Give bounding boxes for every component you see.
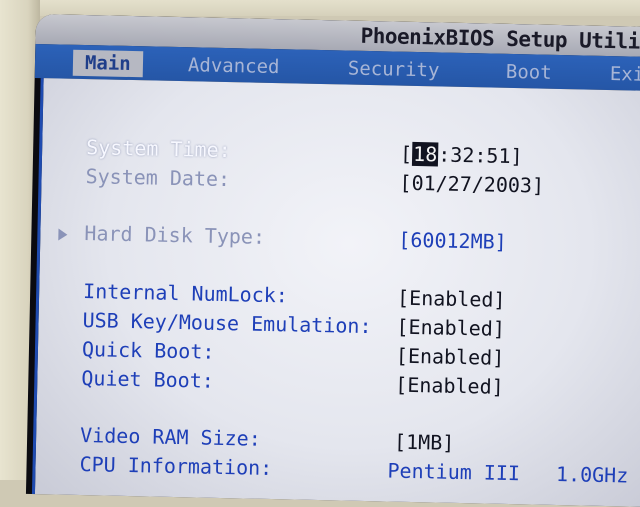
cpu-information-label: CPU Information: [79,452,273,481]
monitor-bezel-top [0,0,640,16]
cpu-information-value: Pentium III 1.0GHz [387,458,629,488]
system-time-open-bracket: [ [399,141,413,166]
usb-emulation-value[interactable]: [Enabled] [396,315,505,341]
quick-boot-label[interactable]: Quick Boot: [82,337,215,364]
quiet-boot-label[interactable]: Quiet Boot: [81,366,214,393]
system-date-label[interactable]: System Date: [85,164,230,191]
tab-exit[interactable]: Exit [610,61,640,88]
system-time-value[interactable]: [18:32:51] [400,142,523,169]
tab-boot[interactable]: Boot [506,59,552,86]
tab-advanced[interactable]: Advanced [188,52,280,80]
triangle-right-icon [58,228,68,241]
main-settings-panel: System Time: [18:32:51] System Date: [01… [31,78,640,507]
internal-numlock-value[interactable]: [Enabled] [397,286,506,312]
quiet-boot-value[interactable]: [Enabled] [395,373,504,399]
internal-numlock-label[interactable]: Internal NumLock: [83,279,288,307]
app-title: PhoenixBIOS Setup Utility [360,23,640,55]
tab-security[interactable]: Security [348,56,440,84]
hard-disk-type-value[interactable]: [60012MB] [398,228,507,254]
system-time-label[interactable]: System Time: [86,135,231,162]
bios-screen: PhoenixBIOS Setup Utility Main Advanced … [25,14,640,507]
video-ram-size-label[interactable]: Video RAM Size: [80,423,261,451]
system-time-rest[interactable]: :32:51] [438,142,523,168]
tab-main[interactable]: Main [72,49,144,78]
hard-disk-type-label[interactable]: Hard Disk Type: [84,221,265,249]
quick-boot-value[interactable]: [Enabled] [396,344,505,370]
usb-emulation-label[interactable]: USB Key/Mouse Emulation: [82,308,371,338]
video-ram-size-value[interactable]: [1MB] [394,430,455,455]
system-time-hour-field[interactable]: 18 [411,141,439,167]
system-date-value[interactable]: [01/27/2003] [399,171,544,198]
